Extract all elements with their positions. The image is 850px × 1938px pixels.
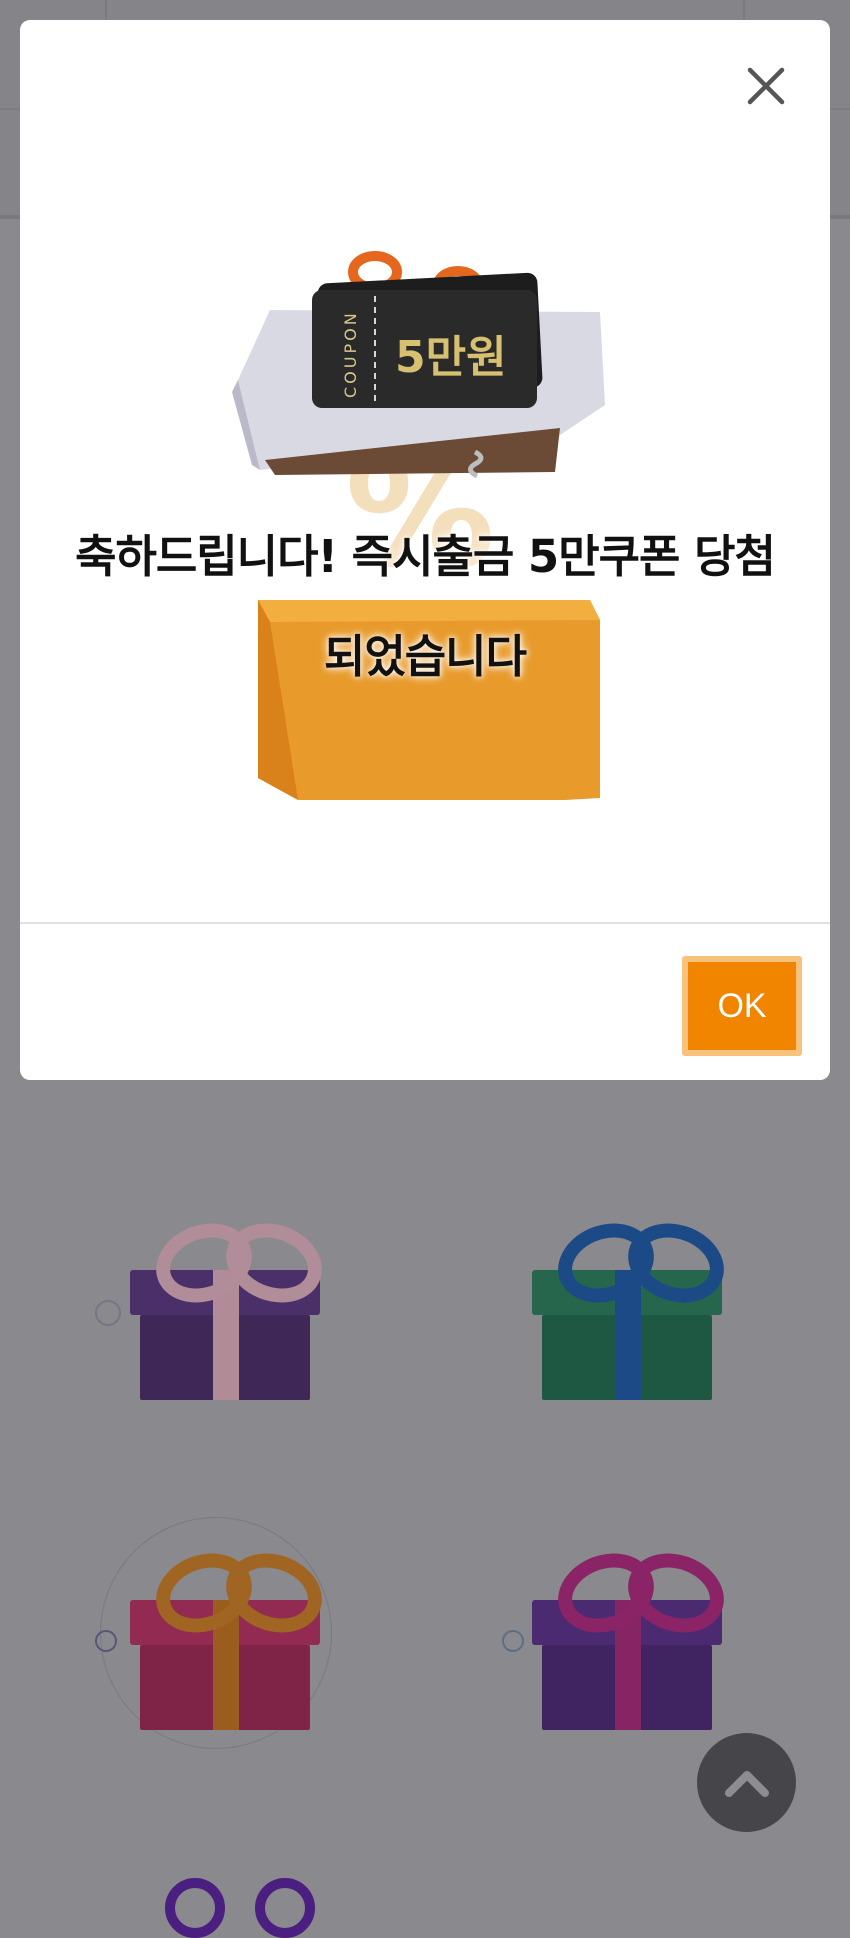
coupon-amount: 5만원 xyxy=(395,332,507,383)
coupon-side-label: COUPON xyxy=(341,310,360,398)
close-icon xyxy=(747,67,785,105)
scroll-to-top-button[interactable] xyxy=(697,1733,796,1832)
gift-box-purple[interactable] xyxy=(95,1210,334,1405)
close-button[interactable] xyxy=(740,60,792,112)
prize-message-line1: 축하드립니다! 즉시출금 5만쿠폰 당첨 xyxy=(75,530,776,583)
modal-divider xyxy=(20,922,830,924)
coupon-gift-box-illustration: % COUPON 5만원 xyxy=(232,251,605,800)
gift-box-violet[interactable] xyxy=(502,1540,736,1735)
gift-box-pink[interactable] xyxy=(95,1517,334,1749)
prize-modal: % COUPON 5만원 축하드립니다! 즉시출금 5만쿠폰 당첨 되었습니다 … xyxy=(20,20,830,1080)
gift-box-partial xyxy=(160,1870,315,1938)
prize-message: 축하드립니다! 즉시출금 5만쿠폰 당첨 되었습니다 xyxy=(20,507,830,707)
ok-button[interactable]: OK xyxy=(682,956,802,1056)
chevron-up-icon xyxy=(724,1770,769,1797)
prize-message-line2: 되었습니다 xyxy=(323,630,527,683)
gift-box-green[interactable] xyxy=(527,1210,736,1405)
